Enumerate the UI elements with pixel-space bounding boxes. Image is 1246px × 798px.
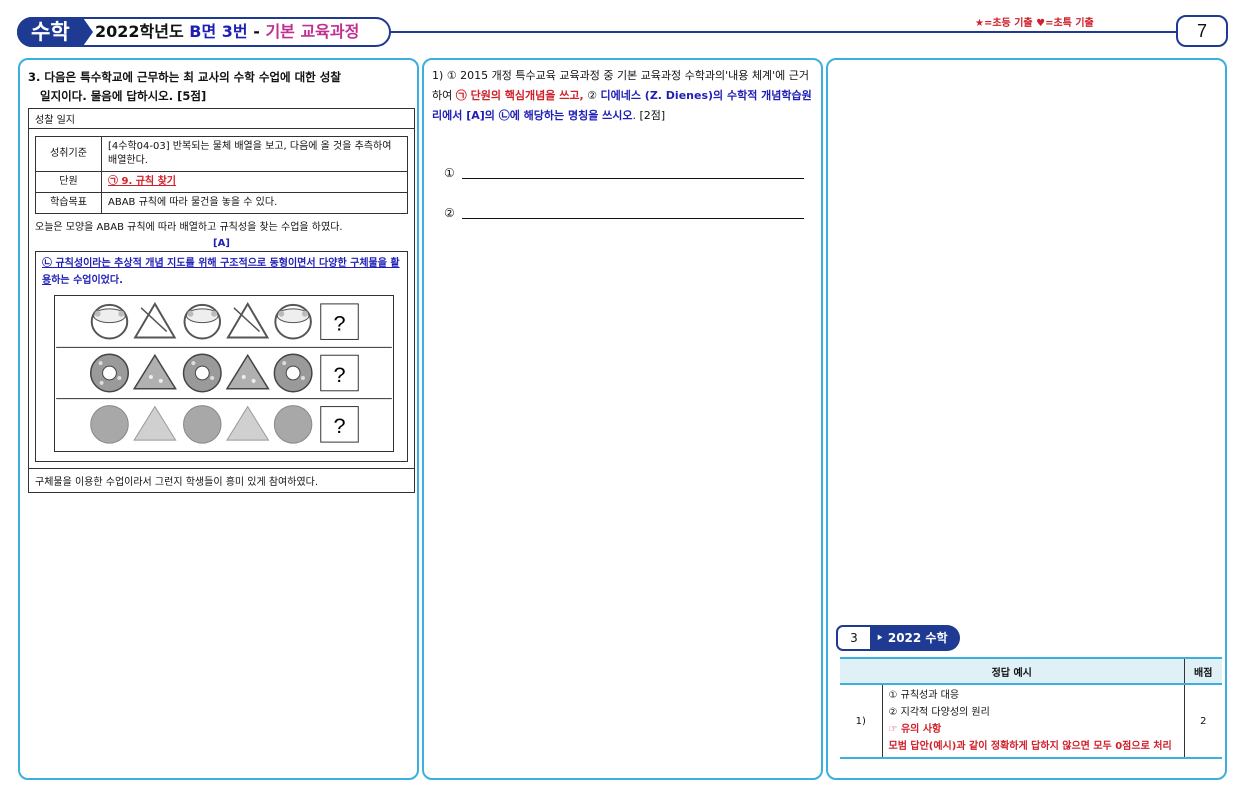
solution-number: 3 [836,625,872,651]
question-title-line2: 일지이다. 물음에 답하시오. [5점] [40,89,207,103]
a-text-rest: 하는 수업이었다. [51,275,123,286]
question-mark: ? [333,311,345,336]
answer-col-header: 정답 예시 [840,657,1184,685]
table-row: 성취기준 [4수학04-03] 반복되는 물체 배열을 보고, 다음에 올 것을… [35,136,408,172]
subject-tag: 수학 [17,17,93,47]
donut-icon [182,353,222,393]
triangle-shape-icon [133,405,177,441]
unit-value: ㉠ 9. 규칙 찾기 [108,176,177,187]
row-value: [4수학04-03] 반복되는 물체 배열을 보고, 다음에 올 것을 추측하여… [101,136,408,172]
note-text: 모범 답안(예시)과 같이 정확하게 답하지 않으면 모두 0점으로 처리 [888,741,1172,752]
triangle-instrument-icon [133,301,177,339]
exam-category: 기본 교육과정 [265,22,360,41]
answer-marker-1: ① [444,166,455,180]
subq-red-part: ㉠ 단원의 핵심개념을 쓰고, [455,89,584,102]
subq-part3: . [2점] [632,109,666,122]
answer-line: ② 지각적 다양성의 원리 [888,707,990,718]
question-title-line1: 3. 다음은 특수학교에 근무하는 최 교사의 수학 수업에 대한 성찰 [28,70,341,84]
header-rule [385,31,1180,33]
row-key: 학습목표 [35,192,102,214]
exam-title: 2022학년도 B면 3번 - 기본 교육과정 [95,17,359,47]
row-key: 단원 [35,171,102,193]
subq-part2: ② [583,89,601,102]
reflection-journal: 성찰 일지 성취기준 [4수학04-03] 반복되는 물체 배열을 보고, 다음… [28,108,415,493]
closing-remark: 구체물을 이용한 수업이라서 그런지 학생들이 흥미 있게 참여하였다. [28,468,415,493]
donut-icon [89,353,129,393]
question-mark: ? [333,413,345,438]
journal-caption: 성찰 일지 [28,108,415,129]
narrative: 오늘은 모양을 ABAB 규칙에 따라 배열하고 규칙성을 찾는 수업을 하였다… [35,222,343,233]
row-number: 1) [840,684,883,759]
triangle-shape-icon [226,405,270,441]
question-title: 3. 다음은 특수학교에 근무하는 최 교사의 수학 수업에 대한 성찰 일지이… [28,68,408,106]
tambourine-icon [90,303,129,340]
answer-rule [462,218,804,219]
exam-paper: B면 [189,22,217,41]
a-box: ㉡ 규칙성이라는 추상적 개념 지도를 위해 구조적으로 동형이면서 다양한 구… [35,251,408,462]
journal-body: 성취기준 [4수학04-03] 반복되는 물체 배열을 보고, 다음에 올 것을… [28,128,415,469]
tambourine-icon [183,303,222,340]
legend: ★=초등 기출 ♥=초특 기출 [975,18,1094,29]
answer-cell: ① 규칙성과 대응 ② 지각적 다양성의 원리 ☞ 유의 사항 모범 답안(예시… [881,684,1184,759]
table-row: 학습목표 ABAB 규칙에 따라 물건을 놓을 수 있다. [35,192,408,214]
subquestion-text: 1) ① 2015 개정 특수교육 교육과정 중 기본 교육과정 수학과의'내용… [432,66,817,126]
answer-table: 정답 예시 배점 1) ① 규칙성과 대응 ② 지각적 다양성의 원리 ☞ 유의… [840,657,1222,759]
circle-shape-icon [90,405,129,444]
exam-year: 2022학년도 [95,22,184,41]
sandwich-icon [225,353,270,390]
circle-shape-icon [183,405,222,444]
title-dash: - [253,22,260,41]
answer-line-2[interactable]: ② [444,206,804,220]
a-text: ㉡ 규칙성이라는 추상적 개념 지도를 위해 구조적으로 동형이면서 다양한 구… [42,255,401,289]
answer-marker-2: ② [444,206,455,220]
triangle-instrument-icon [226,301,270,339]
solution-title: ‣ 2022 수학 [870,625,960,651]
a-label: [A] [213,238,230,249]
exam-question-no: 3번 [221,22,248,41]
note-label: ☞ 유의 사항 [888,724,942,735]
answer-line-1[interactable]: ① [444,166,804,180]
sandwich-icon [132,353,177,390]
subquestion-panel: 1) ① 2015 개정 특수교육 교육과정 중 기본 교육과정 수학과의'내용… [422,58,823,780]
pattern-figure: ? ? ? [54,295,394,452]
donut-icon [273,353,313,393]
answer-line: ① 규칙성과 대응 [888,690,960,701]
table-row: 1) ① 규칙성과 대응 ② 지각적 다양성의 원리 ☞ 유의 사항 모범 답안… [840,684,1222,759]
row-key: 성취기준 [35,136,102,172]
score-cell: 2 [1183,684,1222,759]
score-col-header: 배점 [1183,657,1222,685]
tambourine-icon [274,303,312,340]
row-value: ABAB 규칙에 따라 물건을 놓을 수 있다. [101,192,408,214]
question-panel: 3. 다음은 특수학교에 근무하는 최 교사의 수학 수업에 대한 성찰 일지이… [18,58,419,780]
solution-tag: 3 ‣ 2022 수학 [836,625,960,651]
answer-rule [462,178,804,179]
solution-panel: 3 ‣ 2022 수학 정답 예시 배점 1) ① 규칙성과 대응 ② 지각적 … [826,58,1227,780]
question-mark: ? [333,362,345,387]
table-row: 단원 ㉠ 9. 규칙 찾기 [35,171,408,193]
page-number: 7 [1176,15,1228,47]
standards-table: 성취기준 [4수학04-03] 반복되는 물체 배열을 보고, 다음에 올 것을… [35,136,408,214]
circle-shape-icon [273,405,313,444]
